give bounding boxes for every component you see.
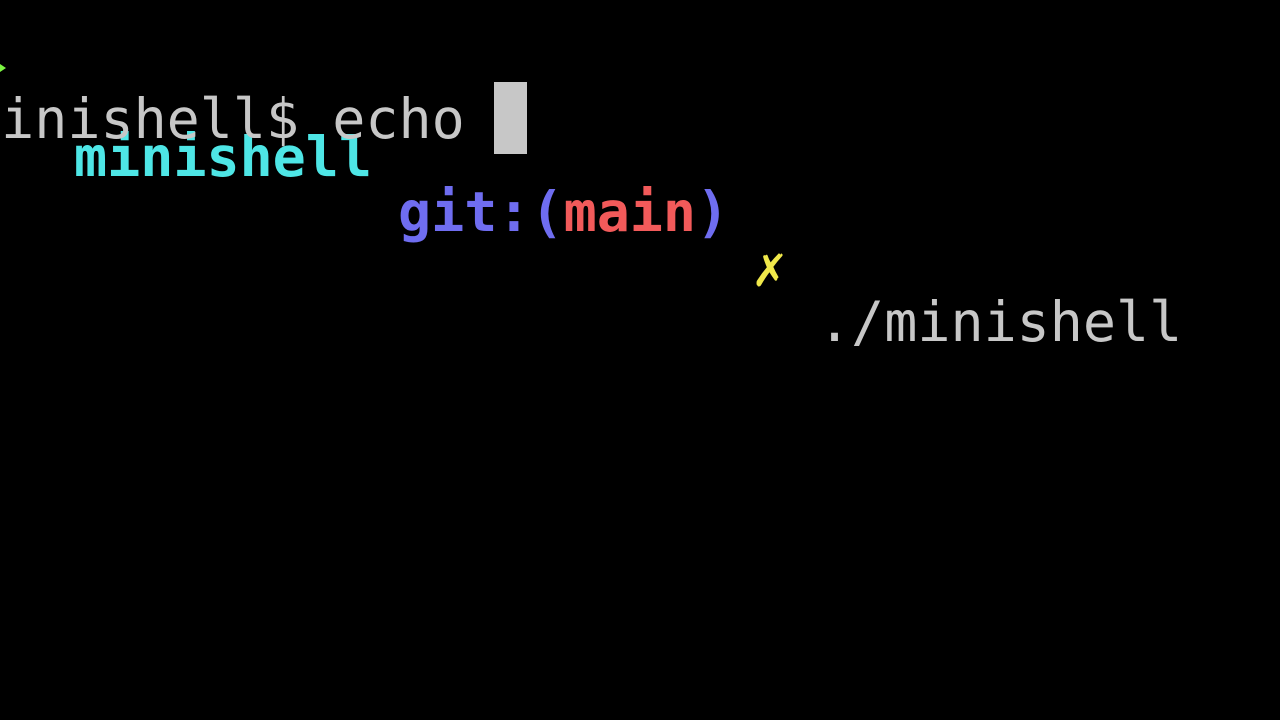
git-prefix: git:(	[398, 180, 564, 244]
git-status: git:(main)	[398, 185, 729, 240]
text-cursor	[494, 82, 527, 154]
arrow-right-icon	[0, 56, 6, 80]
zsh-prompt-line: minishell git:(main) ✗ ./minishell	[0, 20, 1280, 350]
minishell-prompt: minishell$	[0, 87, 300, 151]
minishell-input-line[interactable]: minishell$ echo	[0, 92, 498, 147]
terminal-window[interactable]: minishell git:(main) ✗ ./minishell minis…	[0, 0, 1280, 720]
git-branch: main	[563, 180, 697, 244]
git-suffix: )	[696, 180, 730, 244]
git-dirty-icon: ✗	[753, 235, 787, 299]
executed-command: ./minishell	[818, 290, 1183, 354]
command-input[interactable]: echo	[332, 87, 498, 151]
